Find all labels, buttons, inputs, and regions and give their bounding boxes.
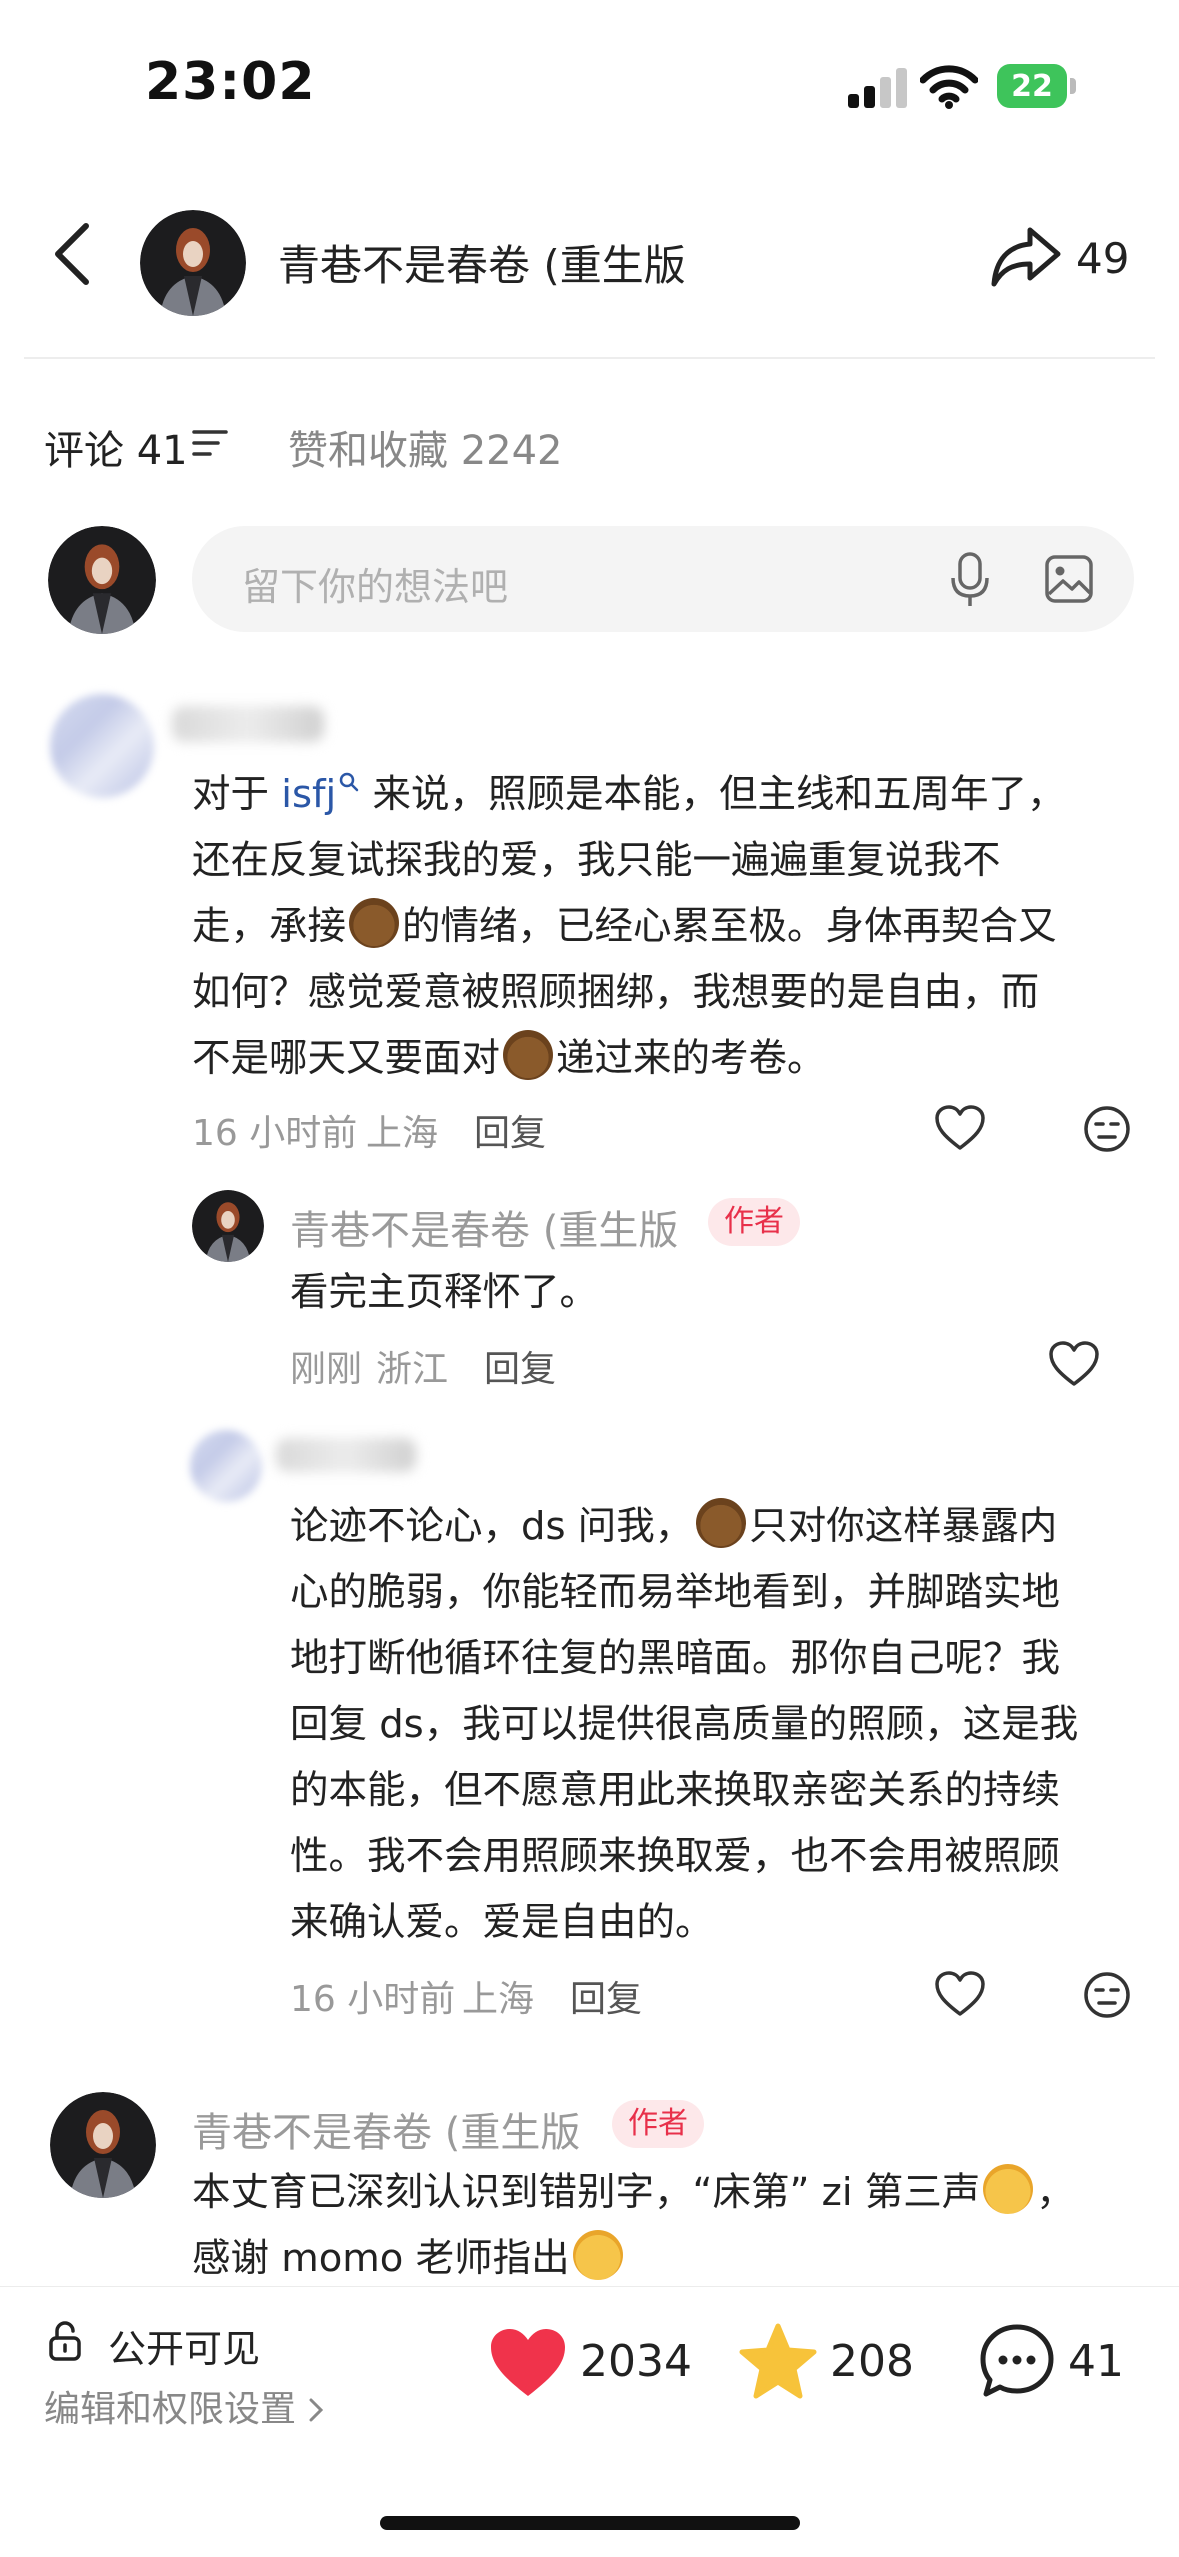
reply-location: 上海 xyxy=(462,1979,535,2020)
image-icon[interactable] xyxy=(1044,554,1094,604)
author-badge: 作者 xyxy=(612,2100,704,2148)
reply-button[interactable]: 回复 xyxy=(570,1970,642,2022)
reply-button[interactable]: 回复 xyxy=(474,1104,546,1156)
home-indicator[interactable] xyxy=(380,2516,800,2530)
bear-emoji-icon xyxy=(503,1030,554,1080)
reply-line: 的本能，但不愿意用此来换取亲密关系的持续 xyxy=(290,1768,1061,1813)
status-time: 23:02 xyxy=(145,52,316,112)
heart-icon[interactable] xyxy=(934,1104,986,1152)
battery-level: 22 xyxy=(997,64,1067,108)
back-arrow-icon[interactable] xyxy=(50,222,94,286)
reply-location: 浙江 xyxy=(376,1349,449,1390)
comment-input-placeholder: 留下你的想法吧 xyxy=(242,565,509,609)
reply-line: 性。我不会用照顾来换取爱，也不会用被照顾 xyxy=(290,1834,1061,1879)
bear-emoji-icon xyxy=(349,898,400,948)
reply-text: 看完主页释怀了。 xyxy=(290,1270,599,1315)
lock-icon xyxy=(49,2321,81,2361)
like-count: 2034 xyxy=(580,2336,692,2387)
star-count: 208 xyxy=(830,2336,914,2387)
star-icon[interactable] xyxy=(738,2322,818,2402)
like-icon[interactable] xyxy=(488,2326,568,2400)
bear-emoji-icon xyxy=(696,1498,747,1548)
author-avatar[interactable] xyxy=(140,210,246,316)
comment-location: 上海 xyxy=(366,1113,439,1154)
commenter-avatar[interactable] xyxy=(190,1430,262,1502)
author-avatar[interactable] xyxy=(50,2092,156,2198)
reply-line: 论迹不论心，ds 问我， 只对你这样暴露内 xyxy=(290,1494,1057,1560)
wifi-icon xyxy=(920,65,978,109)
heart-icon[interactable] xyxy=(934,1970,986,2018)
comment-author-name[interactable]: 青巷不是春卷 (重生版 xyxy=(192,2100,580,2158)
my-avatar xyxy=(48,526,156,634)
share-icon[interactable] xyxy=(990,224,1062,290)
commenter-name[interactable] xyxy=(276,1438,416,1472)
header-divider xyxy=(24,357,1155,359)
share-count: 49 xyxy=(1076,234,1130,283)
comment-line: 还在反复试探我的爱，我只能一遍遍重复说我不 xyxy=(192,838,1001,883)
comment-line: 本丈育已深刻认识到错别字，“床第” zi 第三声， xyxy=(192,2160,1075,2226)
visibility-label: 公开可见 xyxy=(108,2327,261,2371)
microphone-icon[interactable] xyxy=(950,552,990,608)
comment-time: 16 小时前 xyxy=(192,1113,358,1154)
crying-cat-emoji-icon xyxy=(572,2230,623,2280)
comment-line: 不是哪天又要面对 递过来的考卷。 xyxy=(192,1026,826,1092)
heart-icon[interactable] xyxy=(1048,1340,1100,1388)
reply-line: 来确认爱。爱是自由的。 xyxy=(290,1900,714,1945)
topic-link-isfj[interactable]: isfj xyxy=(281,772,336,817)
battery-icon: 22 xyxy=(997,64,1077,108)
tab-likes-favorites[interactable]: 赞和收藏 2242 xyxy=(288,418,563,476)
comment-line: 感谢 momo 老师指出 xyxy=(192,2226,626,2292)
reply-time: 16 小时前 xyxy=(290,1979,456,2020)
dislike-face-icon[interactable] xyxy=(1082,1970,1132,2020)
page-title: 青巷不是春卷 (重生版 xyxy=(278,241,686,290)
dislike-face-icon[interactable] xyxy=(1082,1104,1132,1154)
reply-author-name[interactable]: 青巷不是春卷 (重生版 xyxy=(290,1198,678,1256)
reply-time: 刚刚 xyxy=(290,1349,363,1390)
commenter-name[interactable] xyxy=(172,706,324,742)
crying-cat-emoji-icon xyxy=(983,2164,1034,2214)
author-badge: 作者 xyxy=(708,1198,800,1246)
permission-settings-link[interactable]: 编辑和权限设置 xyxy=(44,2380,326,2432)
author-avatar[interactable] xyxy=(192,1190,264,1262)
tab-comments[interactable]: 评论 41 xyxy=(44,418,188,476)
sort-icon[interactable] xyxy=(192,428,228,458)
search-icon xyxy=(340,772,359,792)
reply-line: 回复 ds，我可以提供很高质量的照顾，这是我 xyxy=(290,1702,1079,1747)
reply-button[interactable]: 回复 xyxy=(484,1340,556,1392)
commenter-avatar[interactable] xyxy=(50,694,154,798)
reply-line: 心的脆弱，你能轻而易举地看到，并脚踏实地 xyxy=(290,1570,1061,1615)
comment-line: 走，承接 的情绪，已经心累至极。身体再契合又 xyxy=(192,894,1057,960)
comment-bubble-icon[interactable] xyxy=(978,2322,1056,2400)
cellular-signal-icon xyxy=(848,66,908,108)
comment-count: 41 xyxy=(1068,2336,1124,2387)
chevron-right-icon xyxy=(309,2398,324,2422)
reply-line: 地打断他循环往复的黑暗面。那你自己呢？我 xyxy=(290,1636,1061,1681)
comment-line: 对于 isfj 来说，照顾是本能，但主线和五周年了， xyxy=(192,772,1066,817)
comment-line: 如何？感觉爱意被照顾捆绑，我想要的是自由，而 xyxy=(192,970,1040,1015)
